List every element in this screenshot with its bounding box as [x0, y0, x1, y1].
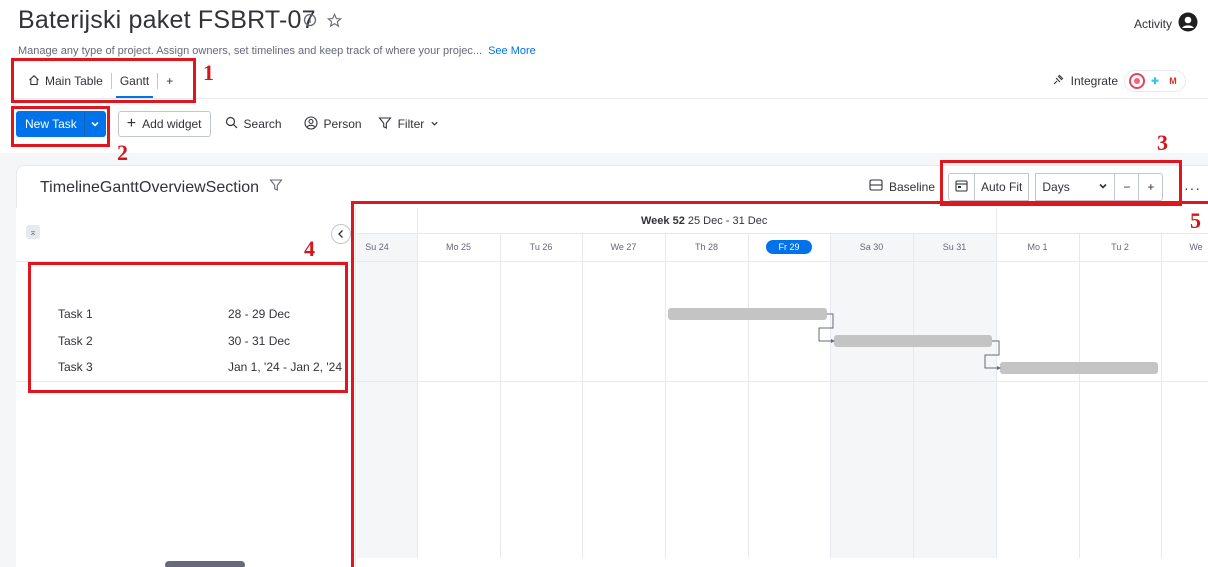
search-label: Search	[243, 117, 282, 131]
person-icon	[303, 115, 318, 133]
board-description: Manage any type of project. Assign owner…	[18, 45, 536, 57]
user-avatar-icon[interactable]	[1178, 12, 1198, 35]
person-filter-button[interactable]: Person	[296, 111, 370, 137]
description-text: Manage any type of project. Assign owner…	[18, 45, 483, 57]
widget-title[interactable]: TimelineGanttOverviewSection	[40, 179, 259, 197]
annotation-box-1	[11, 58, 196, 103]
annotation-box-2	[11, 106, 110, 147]
annotation-number: 3	[1157, 130, 1168, 155]
add-widget-button[interactable]: + Add widget	[117, 111, 211, 137]
slack-icon: ✚	[1151, 75, 1159, 86]
widget-header: TimelineGanttOverviewSection	[40, 178, 283, 197]
annotation-number: 5	[1190, 208, 1201, 233]
collapse-all-icon[interactable]: ⌅	[26, 225, 40, 239]
baseline-label: Baseline	[889, 179, 936, 194]
filter-icon[interactable]	[269, 178, 283, 197]
annotation-box-3	[940, 160, 1182, 206]
see-more-link[interactable]: See More	[488, 45, 536, 57]
title-icons	[302, 12, 342, 28]
baseline-button[interactable]: Baseline	[869, 179, 935, 194]
integrate-icon	[1051, 73, 1065, 90]
gmail-icon: M	[1169, 76, 1177, 86]
plus-icon: +	[126, 115, 137, 132]
annotation-box-4	[28, 262, 348, 393]
search-button[interactable]: Search	[217, 111, 290, 137]
annotation-number: 2	[117, 140, 128, 165]
integrate-button[interactable]: Integrate ✚ M	[1051, 70, 1186, 92]
horizontal-scrollbar[interactable]	[165, 561, 245, 567]
baseline-icon	[869, 179, 883, 194]
filter-button[interactable]: Filter	[370, 111, 448, 137]
activity-button[interactable]: Activity	[1134, 12, 1198, 35]
star-icon[interactable]	[326, 12, 342, 28]
colorful-app-icon	[1129, 73, 1145, 89]
collapse-pane-button[interactable]	[331, 224, 351, 244]
board-title[interactable]: Baterijski paket FSBRT-07	[18, 6, 316, 35]
search-icon	[225, 116, 238, 132]
filter-label: Filter	[397, 117, 425, 131]
annotation-box-5	[351, 201, 1208, 567]
annotation-number: 4	[304, 236, 315, 261]
annotation-number: 1	[203, 60, 214, 85]
info-icon[interactable]	[302, 12, 318, 28]
more-options-icon[interactable]: ···	[1184, 180, 1201, 196]
chevron-down-icon	[430, 117, 439, 131]
integration-apps[interactable]: ✚ M	[1124, 70, 1186, 92]
filter-icon	[377, 116, 392, 133]
activity-label: Activity	[1133, 16, 1172, 31]
add-widget-label: Add widget	[142, 117, 202, 131]
integrate-label: Integrate	[1070, 74, 1118, 88]
person-label: Person	[323, 117, 362, 131]
